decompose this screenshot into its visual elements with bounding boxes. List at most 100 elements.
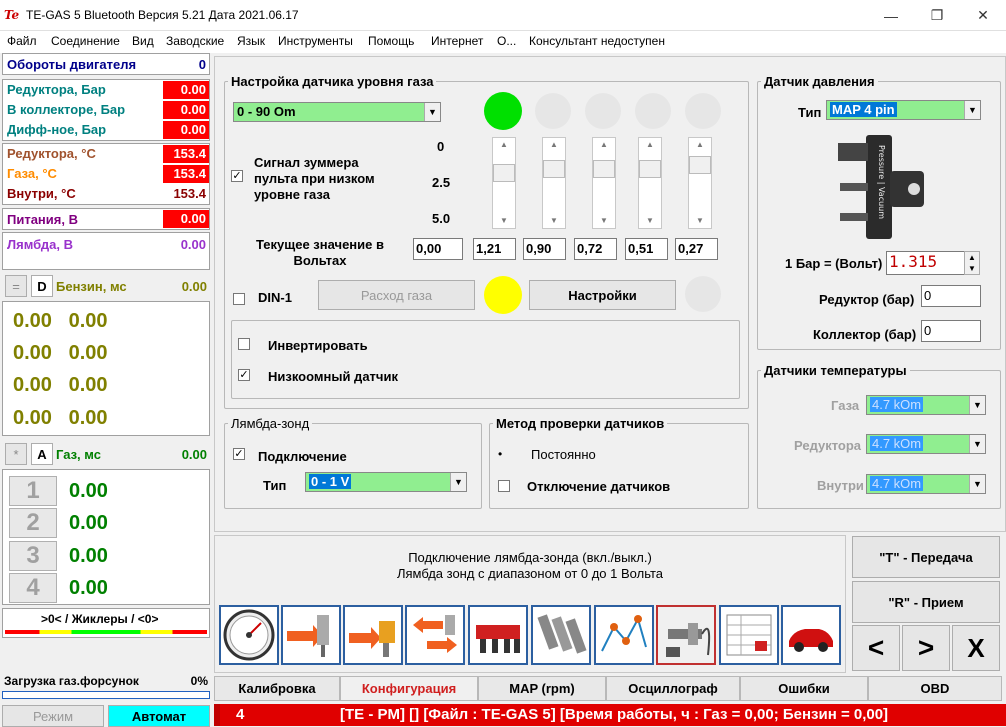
method-option-2: Отключение датчиков [527,479,671,494]
level-led-1 [484,92,522,130]
din1-checkbox[interactable] [233,293,245,305]
gas-flow-button[interactable]: Расход газа [318,280,475,310]
info-text: Подключение лямбда-зонда (вкл./выкл.) Ля… [214,550,846,582]
tab-map-rpm[interactable]: MAP (rpm) [478,676,606,701]
switch-fuel-icon[interactable] [405,605,465,665]
level-slider-2[interactable]: ▲ ▼ [542,137,566,229]
menu-about[interactable]: О... [497,34,516,48]
lambda-group-title: Лямбда-зонд [228,416,313,431]
low-ohm-checkbox[interactable]: ✓ [238,369,250,381]
injector-3-button[interactable]: 3 [9,541,57,571]
reducer-temp-sensor-select[interactable]: 4.7 kOm ▼ [866,434,986,454]
injectors-icon[interactable] [531,605,591,665]
settings-button[interactable]: Настройки [529,280,676,310]
menu-connection[interactable]: Соединение [51,34,120,48]
close-x-button[interactable]: X [952,625,1000,671]
close-icon[interactable]: ✕ [960,0,1006,31]
level-slider-5[interactable]: ▲ ▼ [688,137,712,229]
power-label: Питания, В [7,212,78,227]
map-sensor-image: Pressure | Vacuum [838,135,930,243]
next-button[interactable]: > [902,625,950,671]
method-option-1: Постоянно [531,447,596,462]
chevron-down-icon: ▼ [964,101,980,119]
lambda-type-select[interactable]: 0 - 1 V ▼ [305,472,467,492]
method-radio-1[interactable]: • [498,448,510,460]
fuel-pump-icon[interactable] [343,605,403,665]
method-radio-2[interactable] [498,480,510,492]
petrol-d-button[interactable]: D [31,275,53,297]
temp-sensors-title: Датчики температуры [761,363,910,378]
petrol-row-3: 0.00 0.00 [13,374,108,396]
temperature-box: Редуктора, °C 153.4 Газа, °C 153.4 Внутр… [2,143,210,205]
tab-errors[interactable]: Ошибки [740,676,868,701]
lambda-connect-checkbox[interactable]: ✓ [233,448,245,460]
power-value: 0.00 [163,210,209,228]
petrol-row-1: 0.00 0.00 [13,310,108,332]
menu-file[interactable]: Файл [7,34,37,48]
injector-3-value: 0.00 [69,545,108,567]
minimize-icon[interactable]: — [868,0,914,31]
tab-obd[interactable]: OBD [868,676,1002,701]
level-slider-3[interactable]: ▲ ▼ [592,137,616,229]
gauge-icon[interactable] [219,605,279,665]
pressure-type-select[interactable]: MAP 4 pin ▼ [826,100,981,120]
injector-2-button[interactable]: 2 [9,508,57,538]
inside-temp-sensor-select[interactable]: 4.7 kOm ▼ [866,474,986,494]
voltage-field-1[interactable]: 0,00 [413,238,463,260]
injector-load-label: Загрузка газ.форсунок [4,674,139,688]
menu-language[interactable]: Язык [237,34,265,48]
invert-checkbox[interactable] [238,338,250,350]
bar-volt-field[interactable]: 1.315 [886,251,966,275]
injector-rail-icon[interactable] [468,605,528,665]
lambda-sensor-icon[interactable] [656,605,716,665]
level-slider-4[interactable]: ▲ ▼ [638,137,662,229]
menu-tools[interactable]: Инструменты [278,34,353,48]
gas-a-button[interactable]: A [31,443,53,465]
tab-oscilloscope[interactable]: Осциллограф [606,676,740,701]
petrol-equal-button[interactable]: = [5,275,27,297]
menu-help[interactable]: Помощь [368,34,414,48]
voltage-field-6[interactable]: 0,27 [675,238,718,260]
reducer-bar-field[interactable]: 0 [921,285,981,307]
collector-bar-field[interactable]: 0 [921,320,981,342]
tab-calibration[interactable]: Калибровка [214,676,340,701]
petrol-value: 0.00 [181,279,207,294]
din1-label: DIN-1 [258,290,292,305]
send-button[interactable]: "T" - Передача [852,536,1000,578]
title-bar: Te TE-GAS 5 Bluetooth Версия 5.21 Дата 2… [0,0,1006,31]
sensor-type-select[interactable]: 0 - 90 Om ▼ [233,102,441,122]
voltage-field-2[interactable]: 1,21 [473,238,516,260]
menu-factory[interactable]: Заводские [166,34,224,48]
menu-internet[interactable]: Интернет [431,34,483,48]
voltage-field-4[interactable]: 0,72 [574,238,617,260]
injector-1-button[interactable]: 1 [9,476,57,506]
chevron-down-icon: ▼ [969,396,985,414]
mode-button[interactable]: Режим [2,705,104,727]
gas-temp-sensor-select[interactable]: 4.7 kOm ▼ [866,395,986,415]
tab-configuration[interactable]: Конфигурация [340,676,478,701]
prev-button[interactable]: < [852,625,900,671]
receive-button[interactable]: "R" - Прием [852,581,1000,623]
level-slider-1[interactable]: ▲ ▼ [492,137,516,229]
diff-pressure-value: 0.00 [163,121,209,139]
auto-button[interactable]: Автомат [108,705,210,727]
chevron-down-icon: ▼ [424,103,440,121]
bar-volt-spinner[interactable]: ▲ ▼ [964,251,980,275]
menu-view[interactable]: Вид [132,34,154,48]
graph-icon[interactable] [594,605,654,665]
restore-icon[interactable]: ❐ [914,0,960,31]
injector-4-button[interactable]: 4 [9,573,57,603]
voltage-field-3[interactable]: 0,90 [523,238,566,260]
collector-pressure-value: 0.00 [163,101,209,119]
gas-star-button[interactable]: * [5,443,27,465]
table-icon[interactable] [719,605,779,665]
scale-5-0: 5.0 [432,211,451,226]
gas-injector-icon[interactable] [281,605,341,665]
consultant-status[interactable]: Консультант недоступен [529,34,665,48]
car-icon[interactable] [781,605,841,665]
left-panel: Обороты двигателя 0 Редуктора, Бар 0.00 … [0,53,212,727]
sensor-label: Pressure | Vacuum [877,145,886,219]
buzzer-checkbox[interactable]: ✓ [231,170,243,182]
chevron-down-icon: ▼ [969,435,985,453]
voltage-field-5[interactable]: 0,51 [625,238,668,260]
